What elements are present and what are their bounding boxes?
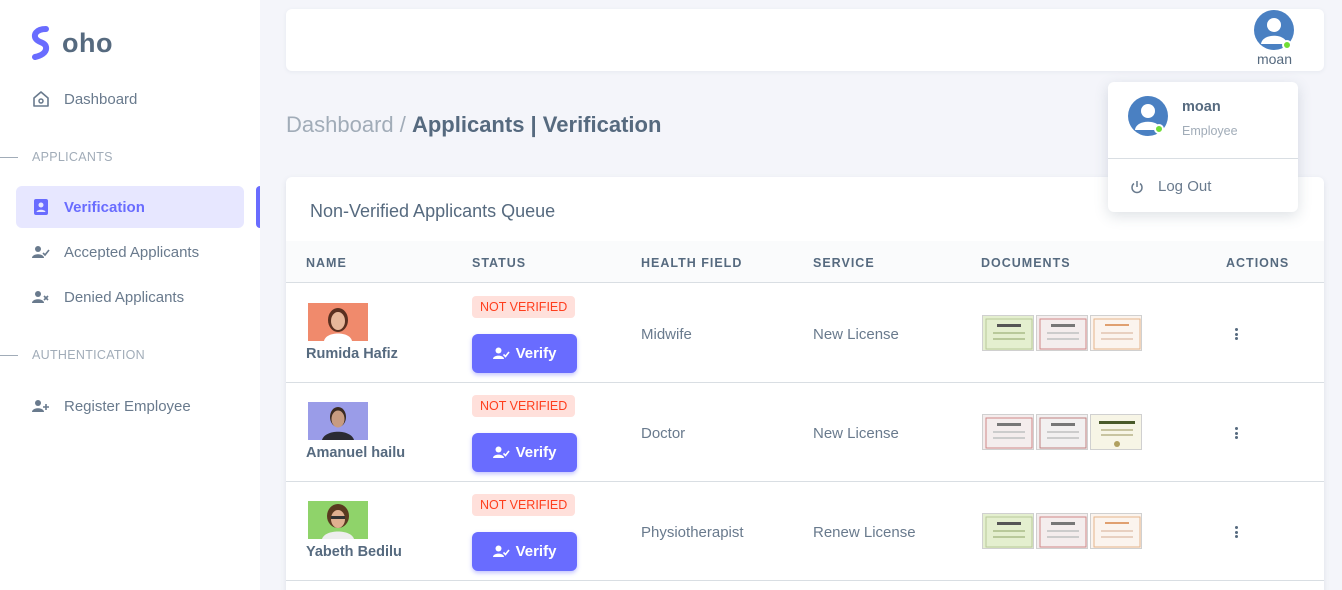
service: New License bbox=[813, 326, 899, 343]
table-row: Yabeth Bedilu NOT VERIFIED Verify Physio… bbox=[286, 482, 1324, 581]
logout-label: Log Out bbox=[1158, 178, 1212, 195]
divider bbox=[0, 354, 18, 356]
sidebar-item-accepted-applicants[interactable]: Accepted Applicants bbox=[16, 231, 244, 273]
sidebar-item-label: Dashboard bbox=[64, 90, 138, 108]
navbar-username[interactable]: moan bbox=[1257, 51, 1292, 67]
status-badge: NOT VERIFIED bbox=[472, 494, 576, 516]
logout-menu-item[interactable]: Log Out bbox=[1130, 178, 1211, 195]
home-icon bbox=[32, 90, 50, 108]
user-check-icon bbox=[492, 347, 510, 359]
column-header-status: STATUS bbox=[472, 256, 527, 270]
sidebar-item-label: Accepted Applicants bbox=[64, 243, 200, 261]
document-thumbnail[interactable] bbox=[1036, 513, 1088, 549]
applicants-card: Non-Verified Applicants Queue NAME STATU… bbox=[286, 177, 1324, 590]
health-field: Doctor bbox=[641, 425, 686, 442]
service: Renew License bbox=[813, 524, 916, 541]
document-thumbnail[interactable] bbox=[982, 414, 1034, 450]
row-actions-menu-icon[interactable] bbox=[1230, 425, 1242, 441]
status-badge: NOT VERIFIED bbox=[472, 296, 576, 318]
health-field: Midwife bbox=[641, 326, 692, 343]
power-icon bbox=[1131, 180, 1143, 193]
user-badge-icon bbox=[32, 198, 50, 216]
applicant-name: Yabeth Bedilu bbox=[306, 544, 402, 560]
document-thumbnail[interactable] bbox=[1036, 315, 1088, 351]
applicant-photo[interactable] bbox=[308, 303, 368, 341]
brand-name: oho bbox=[62, 27, 113, 58]
table-row: Amanuel hailu NOT VERIFIED Verify Doctor… bbox=[286, 383, 1324, 482]
section-header-applicants: APPLICANTS bbox=[0, 150, 113, 164]
health-field: Physiotherapist bbox=[641, 524, 744, 541]
applicant-name: Rumida Hafiz bbox=[306, 346, 398, 362]
online-status-dot bbox=[1154, 124, 1164, 134]
sidebar-item-verification[interactable]: Verification bbox=[16, 186, 244, 228]
document-thumbnail[interactable] bbox=[982, 315, 1034, 351]
row-actions-menu-icon[interactable] bbox=[1230, 326, 1242, 342]
sidebar-item-denied-applicants[interactable]: Denied Applicants bbox=[16, 276, 244, 318]
sidebar-item-register-employee[interactable]: Register Employee bbox=[16, 385, 244, 427]
online-status-dot bbox=[1282, 40, 1292, 50]
divider bbox=[1108, 158, 1298, 159]
verify-button-label: Verify bbox=[515, 444, 557, 461]
page-title: Applicants | Verification bbox=[411, 112, 662, 137]
verify-button[interactable]: Verify bbox=[472, 532, 577, 571]
document-thumbnail[interactable] bbox=[1090, 315, 1142, 351]
verify-button-label: Verify bbox=[515, 543, 557, 560]
sidebar-item-label: Register Employee bbox=[64, 397, 191, 415]
column-header-health-field: HEALTH FIELD bbox=[641, 256, 743, 270]
user-dropdown-menu: moan Employee Log Out bbox=[1108, 82, 1298, 212]
breadcrumb-parent[interactable]: Dashboard / bbox=[286, 112, 412, 137]
user-check-icon bbox=[492, 545, 510, 557]
applicant-photo[interactable] bbox=[308, 402, 368, 440]
active-indicator bbox=[256, 186, 260, 228]
breadcrumb: Dashboard / Applicants | Verification bbox=[286, 112, 661, 138]
user-x-icon bbox=[32, 288, 50, 306]
documents bbox=[982, 414, 1142, 450]
brand-logo[interactable]: oho bbox=[30, 26, 113, 60]
row-actions-menu-icon[interactable] bbox=[1230, 524, 1242, 540]
service: New License bbox=[813, 425, 899, 442]
verify-button[interactable]: Verify bbox=[472, 334, 577, 373]
sidebar-item-label: Verification bbox=[64, 198, 145, 216]
dropdown-user-role: Employee bbox=[1182, 124, 1238, 138]
document-thumbnail[interactable] bbox=[1090, 414, 1142, 450]
verify-button-label: Verify bbox=[515, 345, 557, 362]
verify-button[interactable]: Verify bbox=[472, 433, 577, 472]
sidebar-item-dashboard[interactable]: Dashboard bbox=[16, 78, 244, 120]
section-header-authentication: AUTHENTICATION bbox=[0, 348, 145, 362]
column-header-service: SERVICE bbox=[813, 256, 875, 270]
column-header-name: NAME bbox=[306, 256, 347, 270]
card-title: Non-Verified Applicants Queue bbox=[310, 201, 556, 221]
applicant-name: Amanuel hailu bbox=[306, 445, 406, 461]
documents bbox=[982, 315, 1142, 351]
table-row: Rumida Hafiz NOT VERIFIED Verify Midwife… bbox=[286, 284, 1324, 383]
user-check-icon bbox=[32, 243, 50, 261]
sidebar-item-label: Denied Applicants bbox=[64, 288, 185, 306]
status-badge: NOT VERIFIED bbox=[472, 395, 576, 417]
user-plus-icon bbox=[32, 397, 50, 415]
column-header-documents: DOCUMENTS bbox=[981, 256, 1071, 270]
applicant-photo[interactable] bbox=[308, 501, 368, 539]
user-check-icon bbox=[492, 446, 510, 458]
documents bbox=[982, 513, 1142, 549]
document-thumbnail[interactable] bbox=[1036, 414, 1088, 450]
table-header: NAME STATUS HEALTH FIELD SERVICE DOCUMEN… bbox=[286, 241, 1324, 283]
divider bbox=[0, 156, 18, 158]
document-thumbnail[interactable] bbox=[1090, 513, 1142, 549]
column-header-actions: ACTIONS bbox=[1226, 256, 1290, 270]
logo-mark-icon bbox=[31, 26, 50, 60]
dropdown-username: moan bbox=[1182, 99, 1221, 115]
document-thumbnail[interactable] bbox=[982, 513, 1034, 549]
sidebar: oho Dashboard APPLICANTS Verification Ac… bbox=[0, 0, 260, 590]
top-navbar: moan bbox=[286, 9, 1324, 71]
